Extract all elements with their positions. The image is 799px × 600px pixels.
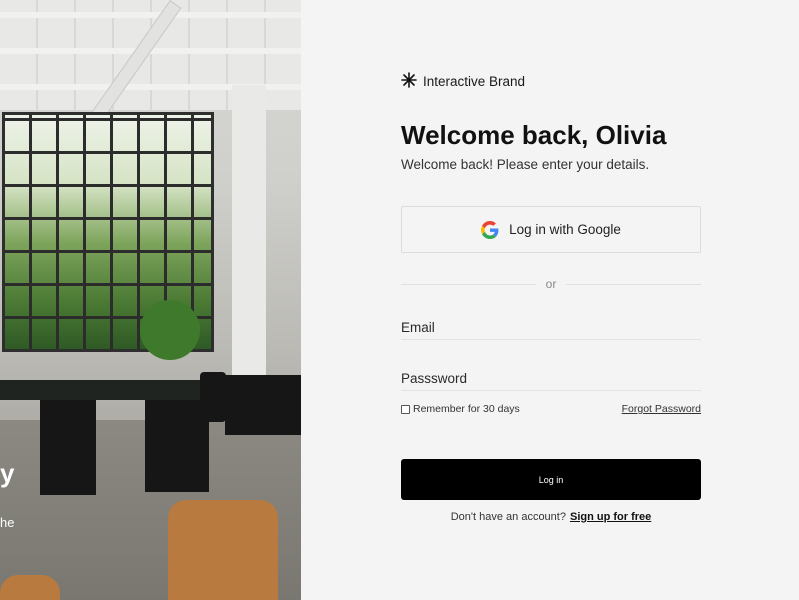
office-photo: y he xyxy=(0,0,301,600)
password-field[interactable] xyxy=(401,367,701,389)
signup-link[interactable]: Sign up for free xyxy=(570,511,651,523)
page-subtitle: Welcome back! Please enter your details. xyxy=(401,157,650,172)
ceiling-beam xyxy=(0,12,301,18)
filing-cabinet xyxy=(225,375,301,435)
signup-prompt-text: Don't have an account? xyxy=(450,511,566,523)
desk-cabinet xyxy=(40,400,96,495)
login-panel: Interactive Brand Welcome back, Olivia W… xyxy=(301,0,799,600)
login-button[interactable]: Log in xyxy=(401,459,701,500)
remember-label: Remember for 30 days xyxy=(413,403,520,415)
login-button-label: Log in xyxy=(538,474,564,485)
remember-checkbox[interactable] xyxy=(401,404,410,414)
remember-me[interactable]: Remember for 30 days xyxy=(401,403,520,415)
tagline-fragment: y xyxy=(0,458,15,488)
page-title: Welcome back, Olivia xyxy=(401,120,667,150)
brand-name: Interactive Brand xyxy=(423,73,526,89)
forgot-password-link[interactable]: Forgot Password xyxy=(622,403,701,415)
chair xyxy=(168,500,278,600)
email-field-wrapper xyxy=(401,316,701,340)
google-icon xyxy=(481,220,499,239)
password-field-wrapper xyxy=(401,367,701,391)
plant xyxy=(140,300,200,360)
tagline-fragment: he xyxy=(0,515,15,530)
desk xyxy=(0,380,230,400)
asterisk-icon xyxy=(401,71,417,91)
pillar xyxy=(232,85,266,385)
divider-line xyxy=(566,284,701,285)
or-divider: or xyxy=(401,277,701,293)
google-login-label: Log in with Google xyxy=(509,222,621,237)
office-chair xyxy=(200,372,226,422)
brand: Interactive Brand xyxy=(401,71,525,91)
google-login-button[interactable]: Log in with Google xyxy=(401,206,701,253)
chair xyxy=(0,575,60,600)
email-field[interactable] xyxy=(401,316,701,338)
signup-prompt: Don't have an account? Sign up for free xyxy=(401,511,701,523)
